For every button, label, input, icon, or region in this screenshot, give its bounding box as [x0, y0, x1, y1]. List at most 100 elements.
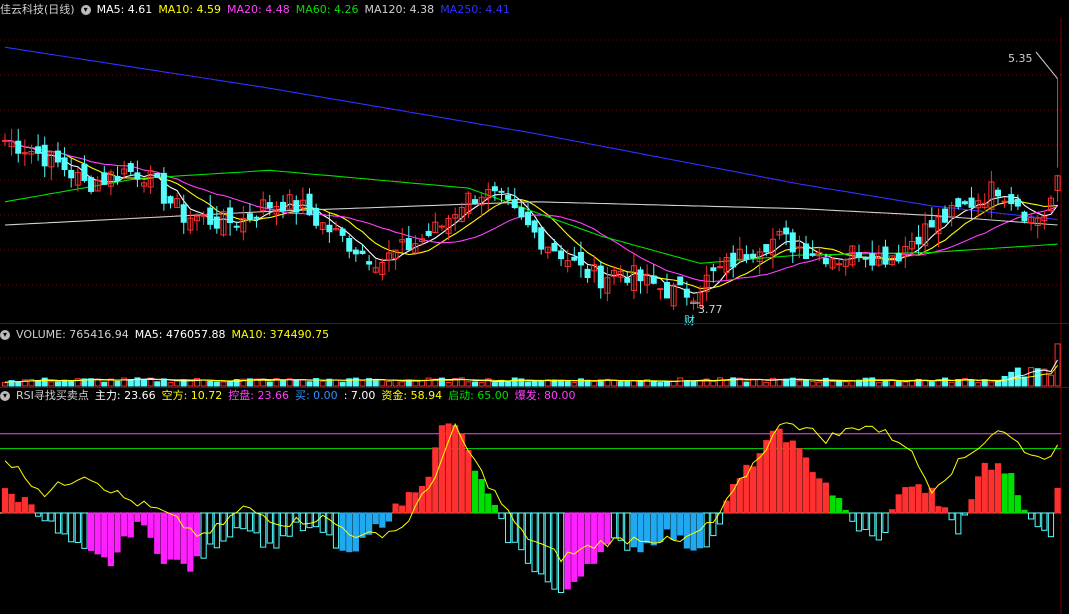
volume-bar: [220, 381, 227, 387]
rsi-bar: [35, 512, 42, 517]
candle-down: [942, 208, 949, 223]
rsi-bar: [610, 512, 618, 539]
volume-bar: [2, 381, 8, 387]
candle-down: [968, 197, 975, 208]
candle-down: [35, 146, 42, 154]
volume-bar: [465, 381, 472, 387]
rsi-bar: [1021, 509, 1028, 514]
volume-bar: [174, 380, 181, 387]
candle-down: [101, 172, 108, 185]
settings-icon[interactable]: ▾: [0, 391, 10, 401]
candle-down: [498, 190, 505, 193]
rsi-bar: [207, 512, 214, 545]
candle-down: [955, 198, 962, 208]
rsi-bar: [584, 512, 591, 564]
candle-down: [280, 201, 287, 212]
volume-bar: [988, 381, 995, 387]
rsi-bar: [8, 493, 15, 514]
volume-bar: [1021, 376, 1028, 387]
candle-down: [114, 175, 121, 182]
rsi-bar: [888, 509, 896, 514]
stock-chart: 5.35 3.77 财: [0, 18, 1062, 614]
price-header: 佳云科技(日线) ▾ MA5: 4.61 MA10: 4.59 MA20: 4.48 MA…: [0, 2, 522, 18]
rsi-bar: [670, 512, 677, 541]
volume-bar: [617, 381, 624, 387]
volume-bar: [822, 377, 829, 387]
volume-bar: [399, 381, 406, 387]
legend-item: 空方: 10.72: [161, 389, 223, 402]
rsi-bar: [736, 478, 743, 514]
rsi-bar: [657, 512, 664, 543]
volume-bar: [650, 381, 657, 387]
volume-bar: [412, 380, 419, 387]
rsi-bar: [624, 512, 631, 551]
rsi-bar: [703, 512, 710, 548]
rsi-bar: [54, 512, 62, 534]
volume-bar: [558, 379, 565, 387]
rsi-bar: [471, 470, 479, 514]
volume-bar: [538, 380, 545, 387]
volume-bar: [829, 381, 836, 387]
rsi-bar: [902, 487, 909, 514]
candle-down: [359, 250, 366, 254]
candle-down: [213, 216, 220, 229]
rsi-bar: [101, 512, 108, 558]
rsi-bar: [160, 512, 167, 564]
candle-down: [822, 257, 829, 265]
rsi-bar: [87, 512, 95, 551]
candle-down: [928, 220, 935, 228]
volume-bar: [1054, 343, 1061, 387]
rsi-bar: [908, 486, 916, 514]
candle-down: [134, 172, 141, 180]
rsi-bar: [253, 512, 260, 534]
candle-down: [783, 227, 790, 235]
candle-down: [366, 261, 373, 265]
volume-bar: [524, 381, 531, 387]
volume-bar: [339, 381, 346, 387]
rsi-bar: [1014, 495, 1021, 514]
rsi-bar: [213, 512, 220, 549]
rsi-bar: [352, 512, 359, 552]
rsi-bar: [1028, 512, 1035, 520]
settings-icon[interactable]: ▾: [80, 5, 91, 15]
candle-down: [405, 238, 412, 251]
volume-bar: [359, 380, 366, 387]
rsi-bar: [591, 512, 598, 564]
candle-down: [326, 224, 333, 233]
candle-down: [207, 207, 214, 225]
rsi-bar: [637, 512, 644, 553]
candle-down: [789, 232, 796, 253]
candle-down: [339, 228, 346, 236]
legend-item: 买: 0.00: [294, 389, 338, 402]
volume-bar: [101, 381, 108, 387]
rsi-bar: [425, 476, 432, 514]
volume-bar: [975, 382, 982, 387]
legend-item: 爆发: 80.00: [514, 389, 576, 402]
rsi-bar: [266, 512, 273, 544]
rsi-bar: [385, 512, 393, 522]
rsi-bar: [1047, 512, 1055, 538]
ma10-line: [4, 139, 1058, 290]
rsi-bar: [862, 512, 869, 531]
rsi-bar: [577, 512, 585, 577]
candle-down: [531, 220, 538, 233]
candle-down: [54, 150, 61, 163]
settings-icon[interactable]: ▾: [0, 330, 10, 340]
volume-bar: [849, 380, 856, 387]
volume-bar: [842, 381, 849, 387]
candle-up: [657, 288, 664, 291]
rsi-bar: [882, 512, 889, 533]
rsi-bar: [187, 512, 194, 572]
rsi-bar: [1054, 487, 1061, 514]
rsi-legend: 主力: 23.66 空方: 10.72 控盘: 23.66 买: 0.00: 7.00…: [95, 389, 582, 402]
rsi-bar: [650, 512, 657, 546]
candle-down: [664, 282, 670, 299]
rsi-bar: [332, 512, 340, 549]
candles: [2, 51, 1061, 310]
volume-bar: [577, 378, 584, 387]
rsi-bar: [405, 492, 412, 514]
rsi-bar: [491, 504, 498, 514]
volume-bar: [677, 377, 684, 387]
volume-bar: [564, 380, 571, 387]
rsi-bar: [1, 488, 9, 514]
